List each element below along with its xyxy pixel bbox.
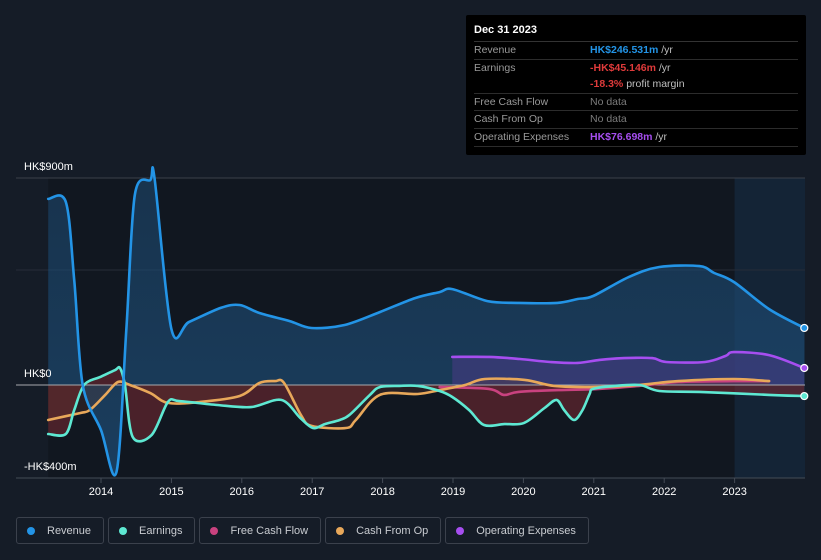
- tooltip-unit: /yr: [658, 44, 673, 56]
- legend-label: Operating Expenses: [476, 524, 576, 537]
- legend-item-revenue[interactable]: Revenue: [16, 517, 105, 544]
- operating-expenses-end-marker[interactable]: [800, 363, 809, 373]
- y-axis-label: HK$0: [24, 368, 52, 380]
- x-tick-label: 2014: [89, 486, 113, 498]
- tooltip-label: Free Cash Flow: [474, 95, 549, 108]
- tooltip-row-revenue: Revenue HK$246.531m /yr: [474, 42, 798, 60]
- y-axis-label: HK$900m: [24, 161, 73, 173]
- tooltip-date: Dec 31 2023: [474, 23, 798, 42]
- tooltip-label: Earnings: [474, 61, 516, 74]
- tooltip-row-earnings: Earnings -HK$45.146m /yr: [474, 60, 798, 77]
- legend-label: Cash From Op: [356, 524, 429, 537]
- x-tick-label: 2017: [300, 486, 324, 498]
- earnings-end-marker[interactable]: [800, 391, 809, 401]
- tooltip-value: HK$246.531m: [590, 44, 659, 56]
- legend-item-cash-from-op[interactable]: Cash From Op: [325, 517, 442, 544]
- tooltip: Dec 31 2023 Revenue HK$246.531m /yr Earn…: [466, 15, 806, 155]
- x-tick-label: 2018: [370, 486, 394, 498]
- legend-dot-icon: [210, 526, 219, 535]
- tooltip-value: -18.3%: [590, 78, 624, 91]
- x-tick-label: 2021: [582, 486, 606, 498]
- tooltip-value: No data: [590, 113, 627, 126]
- legend-label: Earnings: [139, 524, 183, 537]
- x-tick-label: 2016: [230, 486, 254, 498]
- legend-item-free-cash-flow[interactable]: Free Cash Flow: [199, 517, 322, 544]
- legend-item-operating-expenses[interactable]: Operating Expenses: [445, 517, 589, 544]
- tooltip-unit: /yr: [655, 61, 671, 74]
- tooltip-label: Revenue: [474, 44, 517, 56]
- revenue-end-marker[interactable]: [800, 323, 809, 333]
- legend-label: Revenue: [47, 524, 92, 537]
- tooltip-row-operating-expenses: Operating Expenses HK$76.698m /yr: [474, 129, 798, 147]
- x-tick-label: 2020: [511, 486, 535, 498]
- x-tick-label: 2022: [652, 486, 676, 498]
- x-tick-label: 2015: [159, 486, 183, 498]
- x-tick-label: 2023: [722, 486, 746, 498]
- tooltip-label: Operating Expenses: [474, 130, 570, 143]
- tooltip-label: Cash From Op: [474, 113, 543, 126]
- legend-item-earnings[interactable]: Earnings: [108, 517, 196, 544]
- x-tick-label: 2019: [441, 486, 465, 498]
- y-axis-label: -HK$400m: [24, 461, 77, 473]
- tooltip-value: HK$76.698m: [590, 130, 653, 143]
- tooltip-label: [474, 76, 590, 93]
- tooltip-row-profit-margin: -18.3% profit margin: [474, 76, 798, 94]
- legend-dot-icon: [456, 526, 465, 535]
- legend-dot-icon: [119, 526, 128, 535]
- tooltip-value: No data: [590, 95, 627, 108]
- tooltip-unit: profit margin: [623, 78, 685, 91]
- legend: Revenue Earnings Free Cash Flow Cash Fro…: [16, 517, 589, 544]
- legend-dot-icon: [336, 526, 345, 535]
- legend-dot-icon: [27, 526, 35, 535]
- tooltip-value: -HK$45.146m: [590, 61, 656, 74]
- legend-label: Free Cash Flow: [230, 524, 309, 537]
- tooltip-row-cash-from-op: Cash From Op No data: [474, 111, 798, 129]
- tooltip-unit: /yr: [652, 130, 668, 143]
- tooltip-row-free-cash-flow: Free Cash Flow No data: [474, 94, 798, 112]
